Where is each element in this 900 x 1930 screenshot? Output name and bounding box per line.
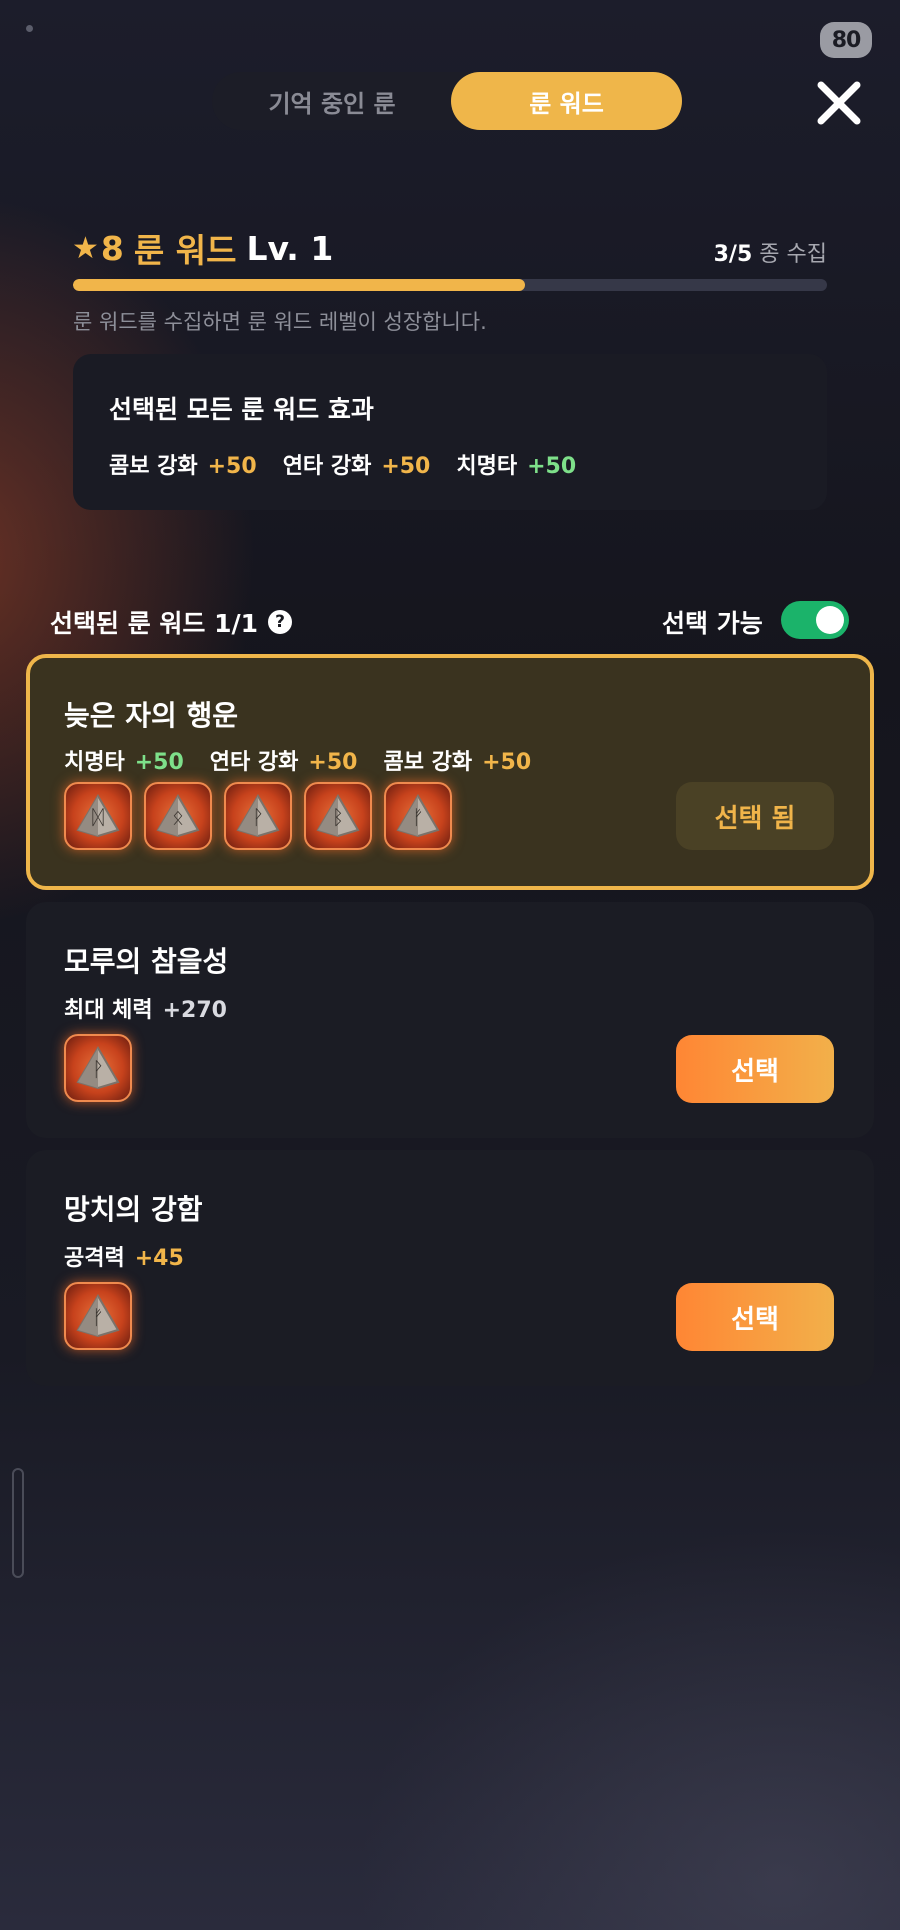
stat-item: 연타 강화 +50 [210,744,358,776]
stat-value: +50 [381,454,431,479]
level-text: Lv. 1 [246,228,334,268]
progress-fill [73,279,526,291]
rune-word-name: 늦은 자의 행운 [64,699,239,732]
battery-indicator: 80 [820,22,872,58]
collected-count: 3 [713,242,729,267]
selection-label: 선택된 룬 워드 1/1 [50,609,259,638]
level-hint: 룬 워드를 수집하면 룬 워드 레벨이 성장합니다. [73,310,487,334]
svg-text:ᚠ: ᚠ [412,805,424,829]
stat-label: 치명타 [64,750,125,775]
rune-word-stats: 공격력 +45 [64,1240,184,1272]
star-icon: ★ [72,230,99,266]
status-dot [26,25,33,32]
rune-icon[interactable]: ᚹ [64,1034,132,1102]
effect-item: 콤보 강화 +50 [109,448,257,480]
rune-slots: ᚹ [64,1034,132,1102]
svg-text:ᛒ: ᛒ [332,805,344,829]
stat-value: +50 [482,750,532,775]
scrollbar[interactable] [12,1468,24,1578]
tab-rune-words[interactable]: 룬 워드 [451,72,682,130]
svg-text:ᚠ: ᚠ [92,1305,104,1329]
help-icon[interactable]: ? [268,610,293,634]
stat-label: 연타 강화 [209,750,299,775]
select-button[interactable]: 선택 [676,1283,834,1351]
stat-value: +50 [527,454,577,479]
svg-text:ᛞ: ᛞ [92,805,104,829]
all-effects-panel: 선택된 모든 룬 워드 효과 콤보 강화 +50 연타 강화 +50 치명타 +50 [73,354,827,510]
stat-label: 콤보 강화 [109,454,198,479]
rune-word-stats: 치명타 +50 연타 강화 +50 콤보 강화 +50 [64,744,531,776]
svg-text:ᛟ: ᛟ [172,805,184,829]
rune-slots: ᚠ [64,1282,132,1350]
stat-item: 공격력 +45 [64,1240,184,1272]
rune-icon[interactable]: ᛒ [304,782,372,850]
stat-label: 콤보 강화 [383,750,473,775]
rune-word-name: 망치의 강함 [64,1193,203,1226]
level-progress-bar [73,279,827,291]
stat-label: 최대 체력 [64,998,153,1023]
stat-value: +45 [134,1246,184,1271]
rune-word-name: 모루의 참을성 [64,945,229,978]
title-text: 룬 워드 [133,231,237,270]
available-label: 선택 가능 [662,609,763,638]
svg-text:ᚹ: ᚹ [252,805,264,829]
stat-item: 치명타 +50 [64,744,184,776]
selected-button[interactable]: 선택 됨 [676,782,834,850]
stat-label: 공격력 [64,1246,125,1271]
svg-text:ᚹ: ᚹ [92,1057,104,1081]
rune-word-card[interactable]: 늦은 자의 행운치명타 +50 연타 강화 +50 콤보 강화 +50 ᛞ ᛟ ᚹ ᛒ ᚠ 선택 됨 [26,654,874,890]
stat-value: +50 [134,750,184,775]
effects-list: 콤보 강화 +50 연타 강화 +50 치명타 +50 [109,448,576,480]
close-icon[interactable] [816,80,862,126]
tab-bar: 기억 중인 룬 룬 워드 [212,72,682,130]
collection-count: 3/5 종 수집 [713,242,827,267]
rune-icon[interactable]: ᛟ [144,782,212,850]
stat-label: 연타 강화 [282,454,372,479]
stat-item: 콤보 강화 +50 [383,744,531,776]
total-count: 5 [736,242,753,267]
available-toggle[interactable] [781,601,849,639]
rune-icon[interactable]: ᚹ [224,782,292,850]
rune-word-card[interactable]: 모루의 참을성최대 체력 +270 ᚹ 선택 [26,902,874,1138]
stat-value: +270 [162,998,227,1023]
rune-icon[interactable]: ᚠ [64,1282,132,1350]
rune-icon[interactable]: ᚠ [384,782,452,850]
effect-item: 치명타 +50 [456,448,576,480]
rune-word-stats: 최대 체력 +270 [64,992,227,1024]
select-button[interactable]: 선택 [676,1035,834,1103]
rune-word-card[interactable]: 망치의 강함공격력 +45 ᚠ 선택 [26,1150,874,1386]
tab-memorized-runes[interactable]: 기억 중인 룬 [212,72,452,130]
effect-item: 연타 강화 +50 [283,448,431,480]
star-level: 8 [100,228,124,268]
rune-word-level-title: ★ 8 룬 워드 Lv. 1 [72,224,333,272]
stat-item: 최대 체력 +270 [64,992,227,1024]
stat-label: 치명타 [456,454,518,479]
effects-title: 선택된 모든 룬 워드 효과 [109,395,374,424]
toggle-knob [816,606,844,634]
stat-value: +50 [308,750,358,775]
rune-icon[interactable]: ᛞ [64,782,132,850]
rune-slots: ᛞᛟᚹᛒᚠ [64,782,452,850]
stat-value: +50 [207,454,257,479]
selected-rune-word-count: 선택된 룬 워드 1/1 ? [50,604,293,640]
collect-suffix: 종 수집 [759,242,827,267]
